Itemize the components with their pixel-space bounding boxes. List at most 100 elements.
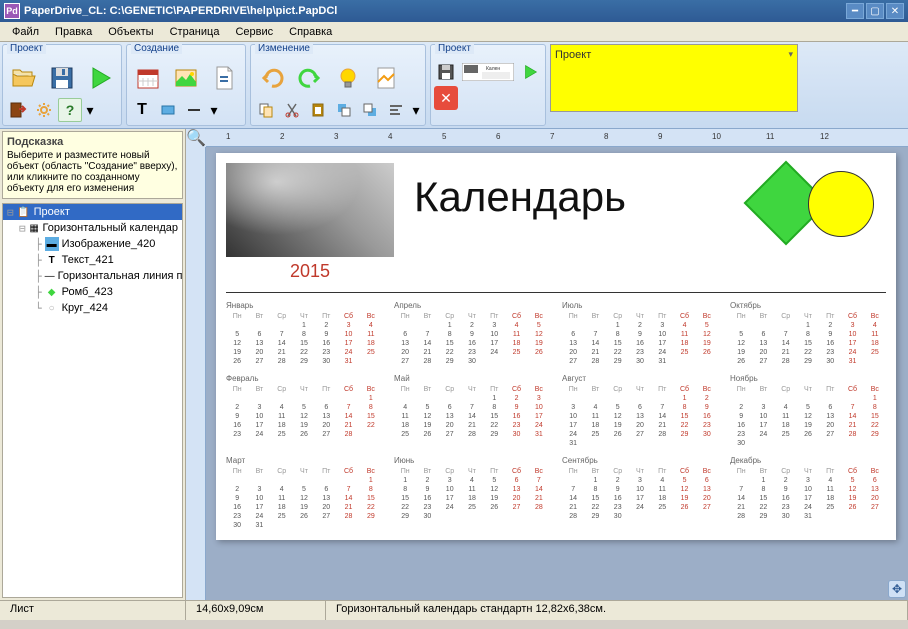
tool-group-project2: Проект Кален ✕: [430, 44, 546, 126]
send-back-button[interactable]: [358, 98, 382, 122]
ruler-vertical: [186, 147, 206, 600]
shapes-group: [746, 163, 886, 253]
project-icon: 📋: [17, 205, 31, 219]
tree-item-text[interactable]: ├ T Текст_421: [3, 252, 182, 268]
tool-group-project: Проект ? ▾: [2, 44, 122, 126]
chevron-down-icon[interactable]: ▾: [788, 49, 793, 60]
month-block: СентябрьПнВтСрЧтПтСбВс123456789101112131…: [562, 456, 718, 530]
tree-item-rhombus[interactable]: ├ ◆ Ромб_423: [3, 284, 182, 300]
play-sm-button[interactable]: [518, 60, 542, 84]
image-button[interactable]: [168, 60, 204, 96]
month-block: НоябрьПнВтСрЧтПтСбВс12345678910111213141…: [730, 374, 886, 448]
titlebar: Pd PaperDrive_CL: C:\GENETIC\PAPERDRIVE\…: [0, 0, 908, 22]
bring-front-button[interactable]: [332, 98, 356, 122]
edit-dropdown[interactable]: ▾: [410, 98, 422, 122]
year-label[interactable]: 2015: [226, 261, 394, 282]
month-block: ДекабрьПнВтСрЧтПтСбВс1234567891011121314…: [730, 456, 886, 530]
month-block: МайПнВтСрЧтПтСбВс12345678910111213141516…: [394, 374, 550, 448]
menu-file[interactable]: Файл: [4, 24, 47, 40]
settings-button[interactable]: [32, 98, 56, 122]
toolbar: Проект ? ▾ Создание T: [0, 42, 908, 129]
text-button[interactable]: T: [130, 98, 154, 122]
hint-title: Подсказка: [7, 136, 178, 148]
svg-text:Кален: Кален: [486, 66, 500, 72]
calendar-icon: ▦: [29, 221, 40, 235]
status-coords: 14,60x9,09см: [186, 601, 326, 620]
line-button[interactable]: [182, 98, 206, 122]
menu-help[interactable]: Справка: [281, 24, 340, 40]
canvas-viewport[interactable]: 2015 Календарь ЯнварьПнВтСрЧтПтСбВс12345…: [206, 147, 908, 600]
object-tree: ⊟ 📋 Проект ⊟ ▦ Горизонтальный календар ├…: [2, 203, 183, 598]
rect-button[interactable]: [156, 98, 180, 122]
delete-button[interactable]: ✕: [434, 86, 458, 110]
month-block: АпрельПнВтСрЧтПтСбВс12345678910111213141…: [394, 301, 550, 366]
month-block: МартПнВтСрЧтПтСбВс1234567891011121314151…: [226, 456, 382, 530]
main-area: Подсказка Выберите и разместите новый об…: [0, 129, 908, 600]
left-panel: Подсказка Выберите и разместите новый об…: [0, 129, 186, 600]
canvas-area: 🔍 123456789101112 2015 Календарь ЯнварьП…: [186, 129, 908, 600]
month-block: ОктябрьПнВтСрЧтПтСбВс1234567891011121314…: [730, 301, 886, 366]
month-block: ФевральПнВтСрЧтПтСбВс1234567891011121314…: [226, 374, 382, 448]
menubar: Файл Правка Объекты Страница Сервис Спра…: [0, 22, 908, 42]
undo-button[interactable]: [254, 60, 290, 96]
statusbar: Лист 14,60x9,09см Горизонтальный календа…: [0, 600, 908, 620]
app-icon: Pd: [4, 3, 20, 19]
calendar-grid[interactable]: ЯнварьПнВтСрЧтПтСбВс12345678910111213141…: [226, 301, 886, 530]
document-page[interactable]: 2015 Календарь ЯнварьПнВтСрЧтПтСбВс12345…: [216, 153, 896, 540]
tree-item-circle[interactable]: └ ○ Круг_424: [3, 300, 182, 316]
tree-item-calendar[interactable]: ⊟ ▦ Горизонтальный календар: [3, 220, 182, 236]
redo-button[interactable]: [292, 60, 328, 96]
rhombus-icon: ◆: [45, 285, 59, 299]
status-object: Горизонтальный календарь стандартн 12,82…: [326, 601, 908, 620]
idea-button[interactable]: [330, 60, 366, 96]
preview-button[interactable]: [368, 60, 404, 96]
file-button[interactable]: [206, 60, 242, 96]
hint-box: Подсказка Выберите и разместите новый об…: [2, 131, 183, 199]
copy-button[interactable]: [254, 98, 278, 122]
run-button[interactable]: [82, 60, 118, 96]
line-icon: —: [45, 269, 55, 283]
month-block: ИюльПнВтСрЧтПтСбВс1234567891011121314151…: [562, 301, 718, 366]
align-button[interactable]: [384, 98, 408, 122]
tool-group-editing: Изменение ▾: [250, 44, 426, 126]
tree-item-line[interactable]: ├ — Горизонтальная линия при: [3, 268, 182, 284]
zoom-icon[interactable]: 🔍: [186, 129, 206, 147]
status-sheet: Лист: [0, 601, 186, 620]
circle-icon: ○: [45, 301, 59, 315]
cut-button[interactable]: [280, 98, 304, 122]
month-block: ИюньПнВтСрЧтПтСбВс1234567891011121314151…: [394, 456, 550, 530]
tree-item-image[interactable]: ├ ▬ Изображение_420: [3, 236, 182, 252]
pan-button[interactable]: ✥: [888, 580, 906, 598]
exit-button[interactable]: [6, 98, 30, 122]
menu-page[interactable]: Страница: [162, 24, 228, 40]
open-button[interactable]: [6, 60, 42, 96]
save-button[interactable]: [44, 60, 80, 96]
calendar-button[interactable]: [130, 60, 166, 96]
shapes-dropdown[interactable]: ▾: [208, 98, 220, 122]
image-icon: ▬: [45, 237, 59, 251]
minimize-button[interactable]: ━: [846, 3, 864, 19]
project-panel-label: Проект: [555, 49, 591, 61]
save-sm-button[interactable]: [434, 60, 458, 84]
menu-edit[interactable]: Правка: [47, 24, 100, 40]
paste-button[interactable]: [306, 98, 330, 122]
month-block: ЯнварьПнВтСрЧтПтСбВс12345678910111213141…: [226, 301, 382, 366]
project-panel: Проект ▾: [550, 44, 798, 112]
maximize-button[interactable]: ▢: [866, 3, 884, 19]
menu-service[interactable]: Сервис: [227, 24, 281, 40]
window-title: PaperDrive_CL: C:\GENETIC\PAPERDRIVE\hel…: [24, 5, 846, 17]
tree-root[interactable]: ⊟ 📋 Проект: [3, 204, 182, 220]
hint-text: Выберите и разместите новый объект (обла…: [7, 150, 178, 194]
close-button[interactable]: ✕: [886, 3, 904, 19]
thumb-button[interactable]: Кален: [460, 60, 516, 84]
text-icon: T: [45, 253, 59, 267]
circle-shape[interactable]: [808, 171, 874, 237]
help-button[interactable]: ?: [58, 98, 82, 122]
dropdown-icon[interactable]: ▾: [84, 98, 96, 122]
tool-group-creation: Создание T ▾: [126, 44, 246, 126]
calendar-image[interactable]: [226, 163, 394, 257]
menu-objects[interactable]: Объекты: [100, 24, 161, 40]
horizontal-line[interactable]: [226, 292, 886, 293]
ruler-horizontal: 123456789101112: [206, 129, 908, 147]
month-block: АвгустПнВтСрЧтПтСбВс12345678910111213141…: [562, 374, 718, 448]
